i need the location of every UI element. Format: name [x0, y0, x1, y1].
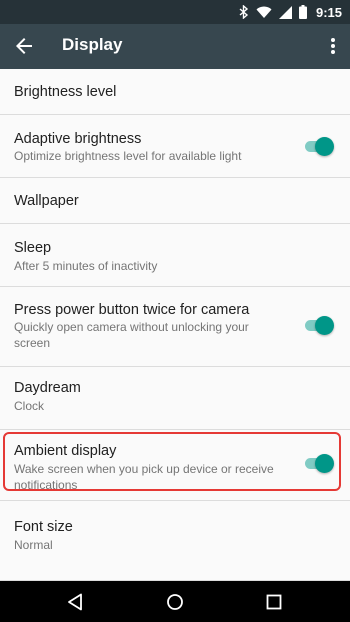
- settings-list: Brightness level Adaptive brightness Opt…: [0, 69, 350, 581]
- setting-title: Ambient display: [14, 443, 117, 459]
- setting-power-button-camera[interactable]: Press power button twice for camera Quic…: [0, 287, 350, 367]
- more-vert-icon[interactable]: [326, 34, 340, 58]
- setting-subtitle: Wake screen when you pick up device or r…: [14, 462, 274, 492]
- setting-title: Adaptive brightness: [14, 131, 142, 147]
- setting-title: Font size: [14, 519, 73, 535]
- toggle-thumb: [315, 316, 334, 335]
- setting-title: Press power button twice for camera: [14, 302, 250, 318]
- nav-home-button[interactable]: [155, 581, 195, 622]
- battery-icon: [298, 5, 307, 19]
- setting-title: Sleep: [14, 240, 52, 256]
- status-time: 9:15: [315, 4, 342, 20]
- nav-recents-button[interactable]: [254, 581, 294, 622]
- ambient-display-toggle[interactable]: [305, 453, 334, 473]
- status-icons: 9:15: [239, 0, 342, 24]
- bluetooth-icon: [239, 5, 249, 19]
- power-button-camera-toggle[interactable]: [305, 315, 334, 335]
- setting-brightness-level[interactable]: Brightness level: [0, 69, 350, 115]
- adaptive-brightness-toggle[interactable]: [305, 136, 334, 156]
- setting-subtitle: Optimize brightness level for available …: [14, 149, 242, 163]
- back-triangle-icon: [68, 593, 82, 610]
- wifi-icon: [256, 6, 272, 18]
- setting-sleep[interactable]: Sleep After 5 minutes of inactivity: [0, 224, 350, 287]
- setting-daydream[interactable]: Daydream Clock: [0, 367, 350, 430]
- setting-wallpaper[interactable]: Wallpaper: [0, 178, 350, 224]
- page-title: Display: [62, 35, 123, 54]
- nav-bar: [0, 581, 350, 622]
- home-circle-icon: [167, 593, 183, 610]
- arrow-back-icon[interactable]: [12, 34, 36, 58]
- nav-back-button[interactable]: [55, 581, 95, 622]
- setting-subtitle: Clock: [14, 399, 45, 413]
- setting-title: Brightness level: [14, 84, 117, 100]
- recents-square-icon: [266, 594, 282, 609]
- setting-title: Wallpaper: [14, 193, 79, 209]
- toggle-thumb: [315, 137, 334, 156]
- app-bar: Display: [0, 24, 350, 69]
- setting-subtitle: Normal: [14, 538, 53, 552]
- setting-subtitle: Quickly open camera without unlocking yo…: [14, 320, 249, 350]
- toggle-thumb: [315, 454, 334, 473]
- setting-subtitle: After 5 minutes of inactivity: [14, 259, 158, 273]
- signal-icon: [278, 5, 292, 19]
- setting-title: Daydream: [14, 380, 81, 396]
- status-bar: 9:15: [0, 0, 350, 24]
- setting-font-size[interactable]: Font size Normal: [0, 500, 350, 581]
- setting-ambient-display[interactable]: Ambient display Wake screen when you pic…: [0, 430, 350, 500]
- setting-adaptive-brightness[interactable]: Adaptive brightness Optimize brightness …: [0, 115, 350, 178]
